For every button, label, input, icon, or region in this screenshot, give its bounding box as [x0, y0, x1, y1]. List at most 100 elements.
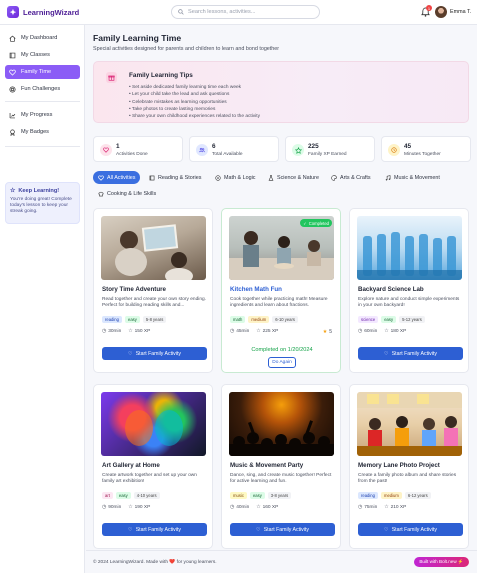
clock-icon: ◷	[358, 329, 363, 334]
difficulty-tag: easy	[124, 316, 140, 323]
filter-label: Arts & Crafts	[340, 174, 371, 181]
sidebar-item-label: My Badges	[21, 129, 49, 135]
motivation-title-text: Keep Learning!	[18, 187, 60, 194]
difficulty-tag: medium	[248, 316, 270, 323]
heart-icon	[100, 144, 112, 156]
activity-xp: 150 XP	[134, 329, 151, 334]
sidebar-item-classes[interactable]: My Classes	[5, 48, 80, 62]
stat-value: 6	[212, 143, 216, 150]
heart-icon	[98, 175, 104, 181]
rating-value: 5	[329, 329, 332, 335]
activity-title: Story Time Adventure	[102, 286, 166, 293]
heart-icon: ♡	[384, 350, 389, 357]
user-name[interactable]: Emma T.	[450, 9, 471, 15]
sidebar-item-progress[interactable]: My Progress	[5, 108, 80, 122]
activity-description: Create artwork together and set up your …	[102, 473, 197, 484]
tip-item: • Let your child take the lead and ask q…	[129, 92, 230, 98]
activity-image	[357, 392, 462, 456]
completed-date: Completed on 1/20/2024	[251, 347, 313, 353]
stat-label: Activities Done	[116, 152, 148, 157]
start-activity-button[interactable]: ♡ Start Family Activity	[358, 523, 463, 536]
subject-tag: art	[102, 492, 113, 499]
sidebar-item-label: Family Time	[21, 69, 52, 75]
sidebar: My Dashboard My Classes Family Time Fun …	[0, 25, 85, 573]
difficulty-tag: medium	[380, 492, 402, 499]
sidebar-item-family-time[interactable]: Family Time	[5, 65, 80, 79]
notification-badge: 1	[426, 5, 432, 11]
activity-duration: 60min	[364, 329, 378, 334]
activity-xp: 225 XP	[262, 329, 279, 334]
filter-cooking[interactable]: Cooking & Life Skills	[93, 187, 161, 200]
stat-value: 1	[116, 143, 120, 150]
start-activity-button[interactable]: ♡ Start Family Activity	[102, 523, 207, 536]
stat-label: Family XP Earned	[308, 152, 347, 157]
search-input[interactable]	[188, 9, 308, 15]
start-activity-button[interactable]: ♡ Start Family Activity	[358, 347, 463, 360]
chef-hat-icon	[98, 191, 104, 196]
clock-icon: ◷	[102, 329, 107, 334]
tip-item: • Set aside dedicated family learning ti…	[129, 85, 242, 90]
music-icon	[385, 174, 391, 181]
activity-description: Dance, sing, and create music together! …	[230, 473, 332, 484]
gift-icon	[106, 72, 117, 83]
avatar[interactable]	[435, 6, 447, 18]
completed-badge: ✓ Completed	[300, 219, 332, 227]
stat-total-available: 6 Total Available	[189, 136, 279, 162]
start-activity-button[interactable]: ♡ Start Family Activity	[230, 523, 335, 536]
top-bar: ✦ LearningWizard 1 Emma T.	[0, 0, 477, 25]
app-logo[interactable]: ✦ LearningWizard	[7, 6, 79, 18]
age-tag: 4-10 years	[133, 492, 160, 499]
chart-icon	[9, 112, 16, 118]
subject-tag: reading	[358, 492, 378, 499]
star-icon: ☆	[256, 505, 261, 510]
filter-science[interactable]: Science & Nature	[263, 171, 324, 184]
subject-tag: reading	[102, 316, 122, 323]
activity-xp: 190 XP	[134, 505, 151, 510]
heart-icon: ♡	[128, 350, 133, 357]
star-filled-icon: ★	[322, 329, 328, 335]
filter-arts[interactable]: Arts & Crafts	[326, 171, 376, 184]
sidebar-item-label: Fun Challenges	[21, 86, 61, 92]
clock-icon	[388, 144, 400, 156]
start-activity-button[interactable]: ♡ Start Family Activity	[102, 347, 207, 360]
footer: © 2024 LearningWizard. Made with ❤️ for …	[86, 550, 477, 573]
difficulty-tag: easy	[115, 492, 131, 499]
do-again-button[interactable]: Do Again	[268, 357, 296, 368]
star-icon: ☆	[10, 188, 16, 194]
sidebar-item-dashboard[interactable]: My Dashboard	[5, 31, 80, 45]
filter-reading[interactable]: Reading & Stories	[144, 171, 206, 184]
difficulty-tag: easy	[381, 316, 397, 323]
filter-label: Reading & Stories	[158, 174, 202, 181]
sidebar-item-badges[interactable]: My Badges	[5, 125, 80, 139]
clock-icon: ◷	[230, 505, 235, 510]
wand-icon: ✦	[7, 6, 19, 18]
search-box[interactable]	[171, 5, 320, 19]
search-icon	[178, 9, 184, 15]
stat-label: Total Available	[212, 152, 243, 157]
subject-tag: music	[230, 492, 247, 499]
check-circle-icon: ✓	[303, 220, 307, 226]
filter-all-activities[interactable]: All Activities	[93, 171, 141, 184]
filter-music[interactable]: Music & Movement	[380, 171, 445, 184]
filter-label: Cooking & Life Skills	[107, 190, 157, 197]
flask-icon	[268, 174, 274, 181]
built-with-bolt-badge[interactable]: Built with Bolt.new ⚡	[414, 557, 469, 567]
activity-card: ✓ Completed Kitchen Math Fun Cook togethe…	[221, 208, 341, 373]
filter-math[interactable]: Math & Logic	[210, 171, 260, 184]
book-icon	[9, 52, 16, 58]
activity-xp: 180 XP	[390, 329, 407, 334]
activity-description: Cook together while practicing math! Mea…	[230, 297, 328, 308]
activity-description: Explore nature and conduct simple experi…	[358, 297, 460, 308]
activity-title: Music & Movement Party	[230, 462, 304, 469]
filter-label: All Activities	[107, 174, 136, 181]
button-label: Start Family Activity	[391, 350, 437, 357]
activity-image	[101, 392, 206, 456]
stat-minutes-together: 45 Minutes Together	[381, 136, 471, 162]
tip-item: • Share your own childhood experiences r…	[129, 114, 261, 120]
stat-label: Minutes Together	[404, 152, 441, 157]
palette-icon	[331, 174, 337, 181]
app-name: LearningWizard	[23, 7, 80, 17]
sidebar-divider	[5, 146, 80, 147]
sidebar-item-label: My Classes	[21, 52, 50, 58]
sidebar-item-challenges[interactable]: Fun Challenges	[5, 82, 80, 96]
